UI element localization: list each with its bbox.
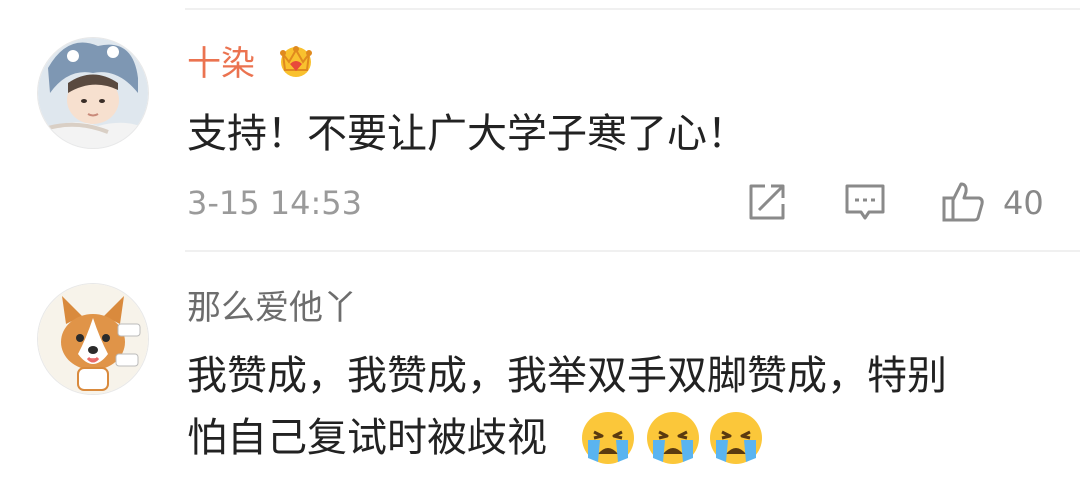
- username[interactable]: 那么爱他丫: [187, 288, 357, 328]
- divider: [185, 8, 1080, 10]
- username[interactable]: 十染: [187, 44, 255, 84]
- comment-text: 支持！不要让广大学子寒了心！: [187, 111, 747, 157]
- share-button[interactable]: [745, 180, 789, 224]
- share-icon: [749, 184, 785, 220]
- comment-timestamp: 3-15 14:53: [187, 184, 363, 222]
- avatar[interactable]: [37, 283, 149, 395]
- like-count: 40: [1003, 184, 1044, 222]
- avatar[interactable]: [37, 37, 149, 149]
- crying-face-icon: [645, 410, 701, 466]
- divider: [185, 250, 1080, 252]
- like-button[interactable]: [941, 180, 985, 224]
- crying-face-icon: [580, 410, 636, 466]
- crying-face-icon: [708, 410, 764, 466]
- comment-list: 十染 支持！不要让广大学子寒了心！ 3-15 14:53 40 那么爱他丫 我赞…: [0, 0, 1080, 478]
- comment-text-line: 怕自己复试时被歧视: [187, 415, 547, 461]
- vip-crown-icon: [276, 40, 316, 80]
- comment-icon: [845, 184, 885, 220]
- comment-button[interactable]: [843, 180, 887, 224]
- thumbs-up-icon: [942, 182, 984, 222]
- comment-text-line: 我赞成，我赞成，我举双手双脚赞成，特别: [187, 353, 947, 399]
